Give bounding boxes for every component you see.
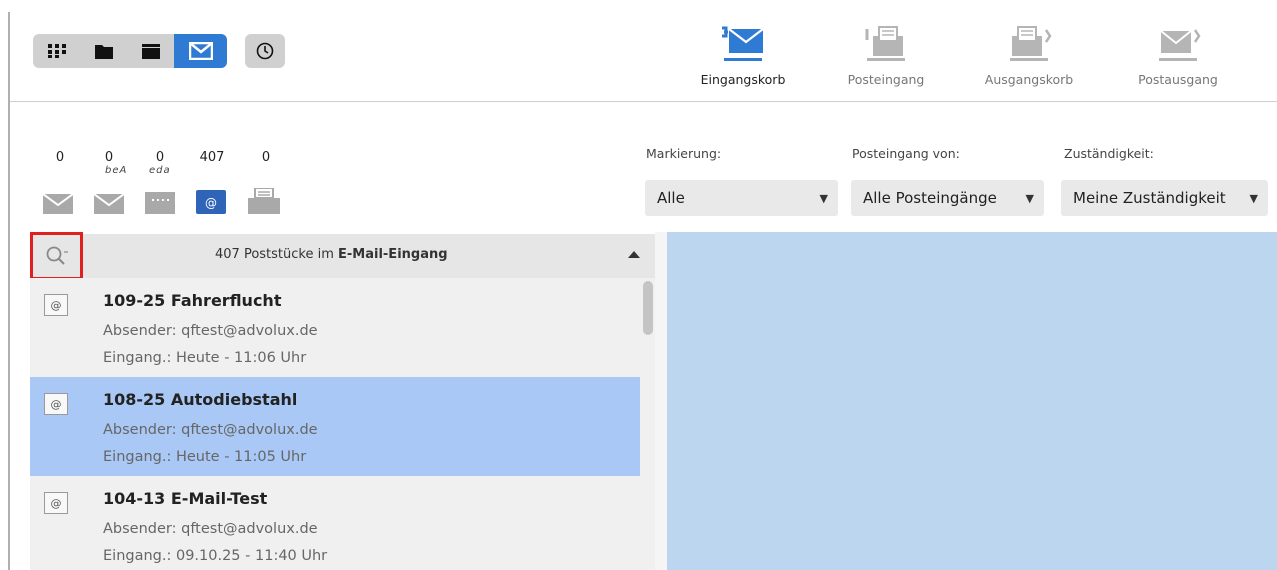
list-item[interactable]: @ 109-25 Fahrerflucht Absender: qftest@a… — [30, 278, 640, 377]
markierung-label: Markierung: — [646, 146, 722, 161]
list-title: 407 Poststücke im E-Mail-Eingang — [215, 247, 448, 262]
markierung-value: Alle — [657, 189, 685, 207]
search-button[interactable] — [30, 232, 83, 280]
clock-button[interactable] — [245, 34, 285, 68]
posteingang-von-label: Posteingang von: — [852, 146, 960, 161]
email-at-icon[interactable]: @ — [196, 190, 226, 214]
counter-email: 407 — [199, 150, 225, 165]
list-item-sender: Absender: qftest@advolux.de — [103, 422, 318, 438]
search-icon — [46, 246, 68, 265]
list-item-date: Eingang.: Heute - 11:06 Uhr — [103, 350, 307, 366]
chevron-down-icon: ▼ — [1249, 191, 1258, 205]
email-badge-icon: @ — [44, 393, 68, 415]
list-view-button[interactable] — [127, 34, 174, 68]
zustaendigkeit-label: Zuständigkeit: — [1064, 146, 1154, 161]
window-icon — [141, 43, 160, 59]
svg-text:@: @ — [205, 196, 217, 210]
list-item-date: Eingang.: Heute - 11:05 Uhr — [103, 449, 307, 465]
incoming-mail-icon — [865, 26, 905, 61]
eda-icon[interactable] — [145, 190, 175, 214]
eda-label: eda — [149, 165, 171, 176]
tab-ausgangskorb-label: Ausgangskorb — [984, 72, 1074, 87]
tab-ausgangskorb[interactable]: Ausgangskorb — [976, 24, 1082, 94]
folder-view-button[interactable] — [80, 34, 127, 68]
markierung-select[interactable]: Alle ▼ — [645, 180, 838, 216]
fax-icon[interactable] — [248, 188, 280, 214]
list-scrollbar-thumb[interactable] — [643, 281, 653, 335]
chevron-down-icon: ▼ — [819, 191, 828, 205]
list-item-sender: Absender: qftest@advolux.de — [103, 521, 318, 537]
list-item-title: 104-13 E-Mail-Test — [103, 489, 268, 508]
list-title-count: 407 Poststücke im — [215, 247, 339, 262]
counter-bea: 0 — [104, 150, 114, 165]
list-item-title: 109-25 Fahrerflucht — [103, 291, 282, 310]
toolbar-divider — [10, 101, 1277, 102]
list-item[interactable]: @ 108-25 Autodiebstahl Absender: qftest@… — [30, 377, 640, 476]
detail-pane — [667, 232, 1277, 570]
email-badge-icon: @ — [44, 294, 68, 316]
sort-up-icon[interactable] — [628, 251, 640, 258]
counter-eda: 0 — [155, 150, 165, 165]
mail-view-button[interactable] — [174, 34, 227, 68]
clock-icon — [256, 42, 274, 60]
grid-view-button[interactable] — [33, 34, 80, 68]
envelope-icon[interactable] — [43, 194, 73, 214]
list-item-sender: Absender: qftest@advolux.de — [103, 323, 318, 339]
chevron-down-icon: ▼ — [1025, 191, 1034, 205]
posteingang-von-value: Alle Posteingänge — [863, 189, 997, 207]
counter-fax: 0 — [261, 150, 271, 165]
message-list: @ 109-25 Fahrerflucht Absender: qftest@a… — [30, 278, 640, 570]
tab-posteingang-label: Posteingang — [847, 72, 925, 87]
outbox-basket-icon — [1010, 26, 1052, 61]
zustaendigkeit-select[interactable]: Meine Zuständigkeit ▼ — [1061, 180, 1268, 216]
folder-icon — [94, 44, 113, 59]
bea-label: beA — [105, 165, 128, 176]
tab-eingangskorb[interactable]: Eingangskorb — [693, 24, 793, 94]
bea-envelope-icon[interactable] — [94, 188, 124, 214]
tab-posteingang[interactable]: Posteingang — [836, 24, 936, 94]
counter-mail: 0 — [55, 150, 65, 165]
zustaendigkeit-value: Meine Zuständigkeit — [1073, 189, 1226, 207]
tab-postausgang[interactable]: Postausgang — [1125, 24, 1231, 94]
list-item-date: Eingang.: 09.10.25 - 11:40 Uhr — [103, 548, 328, 564]
list-title-folder: E-Mail-Eingang — [338, 247, 448, 262]
email-badge-icon: @ — [44, 492, 68, 514]
posteingang-von-select[interactable]: Alle Posteingänge ▼ — [851, 180, 1044, 216]
app-window: Eingangskorb Posteingang Ausgangskorb Po… — [0, 0, 1277, 570]
mail-icon — [188, 42, 213, 60]
grid-icon — [47, 44, 66, 58]
tab-eingangskorb-label: Eingangskorb — [700, 72, 786, 87]
inbox-basket-icon — [722, 26, 764, 61]
pane-splitter[interactable] — [655, 232, 667, 570]
list-item-title: 108-25 Autodiebstahl — [103, 390, 298, 409]
outgoing-mail-icon — [1159, 29, 1201, 61]
tab-postausgang-label: Postausgang — [1138, 72, 1218, 87]
view-switcher — [33, 34, 227, 68]
list-item[interactable]: @ 104-13 E-Mail-Test Absender: qftest@ad… — [30, 476, 640, 570]
left-edge-line — [8, 12, 10, 570]
